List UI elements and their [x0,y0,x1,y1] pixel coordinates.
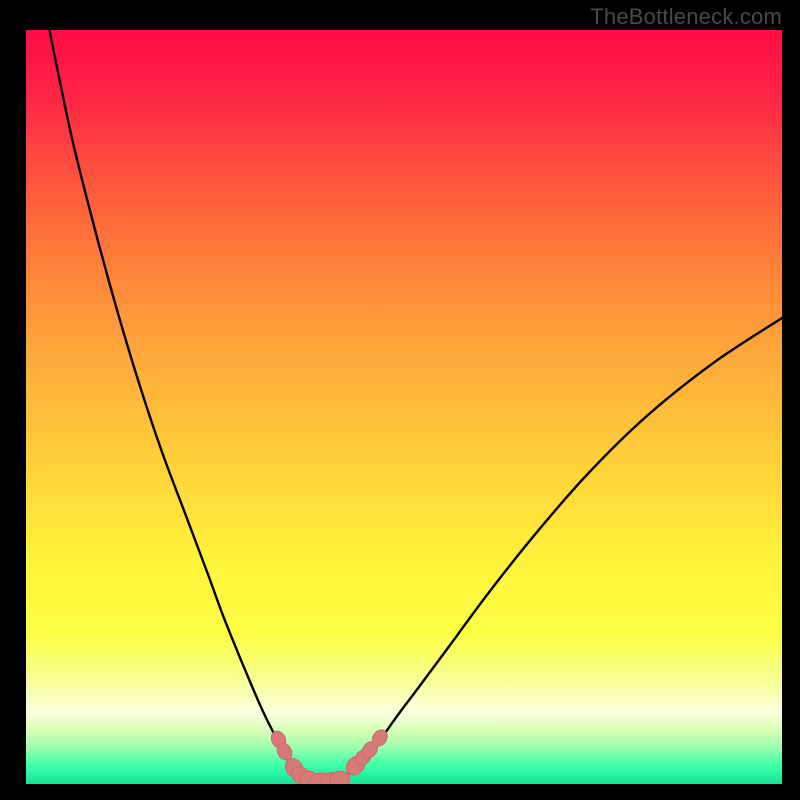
plot-area [26,30,782,784]
chart-frame: TheBottleneck.com [0,0,800,800]
watermark-text: TheBottleneck.com [590,4,782,30]
curve-path [49,30,782,782]
bottleneck-curve [26,30,782,784]
